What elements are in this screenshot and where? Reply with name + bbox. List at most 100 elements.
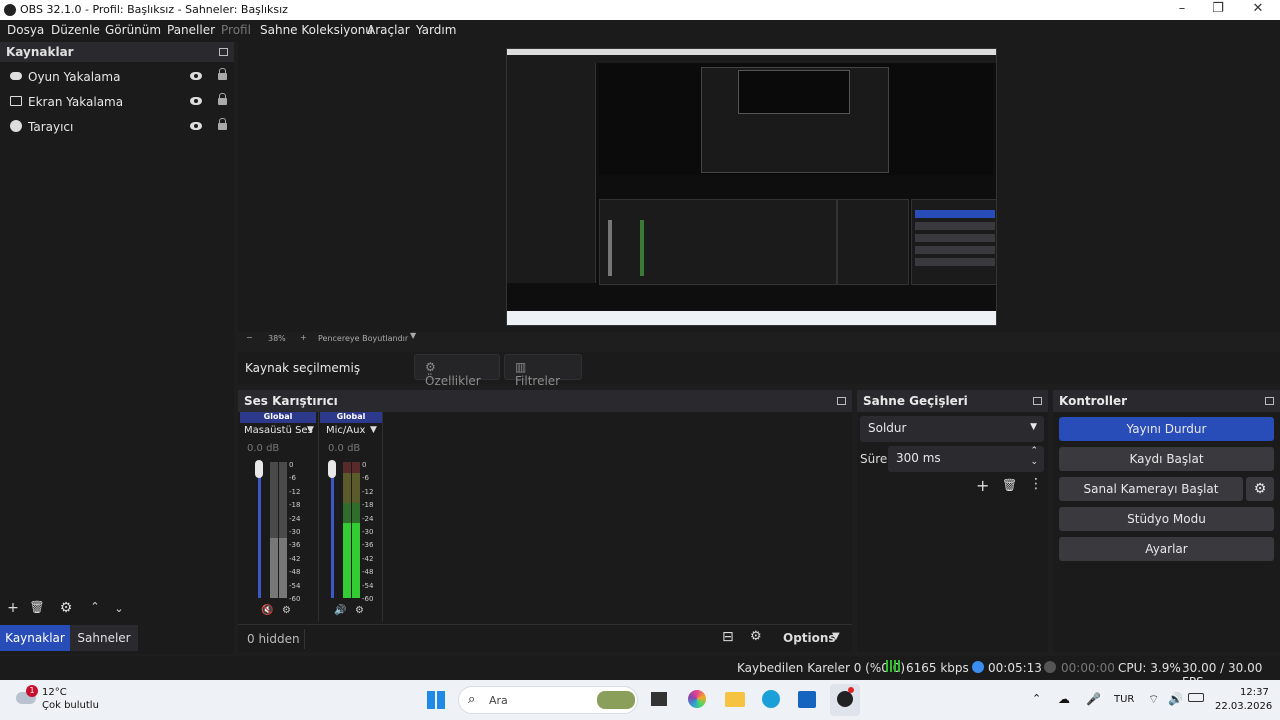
- volume-fader-track[interactable]: [331, 462, 334, 598]
- menu-profil[interactable]: Profil: [221, 23, 251, 37]
- preview-canvas[interactable]: [506, 48, 997, 326]
- options-button[interactable]: Options: [783, 631, 836, 645]
- battery-icon[interactable]: [1188, 693, 1204, 702]
- tab-label: Kaynaklar: [5, 631, 65, 645]
- gear-icon[interactable]: ⚙: [57, 600, 75, 616]
- dropdown-arrow-icon[interactable]: ▼: [410, 331, 416, 340]
- weather-desc[interactable]: Çok bulutlu: [42, 700, 99, 711]
- transition-select[interactable]: Soldur ▼: [860, 416, 1044, 442]
- clock-time[interactable]: 12:37: [1240, 687, 1269, 698]
- channel-name[interactable]: Mic/Aux: [326, 425, 365, 436]
- properties-button[interactable]: ⚙ Özellikler: [414, 354, 500, 388]
- scale-tick: -12: [289, 487, 301, 496]
- chevron-down-icon[interactable]: ▼: [832, 631, 840, 642]
- sources-dock: Kaynaklar Oyun Yakalama Ekran Yakalama T…: [0, 42, 234, 654]
- meter-scale: 0 -6 -12 -18 -24 -30 -36 -42 -48 -54 -60: [362, 459, 373, 606]
- lock-icon[interactable]: [218, 93, 227, 105]
- source-label: Ekran Yakalama: [28, 95, 124, 109]
- weather-temp[interactable]: 12°C: [42, 687, 67, 698]
- channel-menu-arrow-icon[interactable]: ▼: [307, 425, 314, 435]
- menu-bar: Dosya Düzenle Görünüm Paneller Profil Sa…: [0, 20, 1280, 42]
- duration-spinbox[interactable]: 300 ms ⌃ ⌄: [888, 446, 1044, 472]
- taskbar-search[interactable]: ⌕ Ara: [458, 686, 638, 714]
- spin-down-icon[interactable]: ⌄: [1030, 457, 1038, 467]
- float-icon[interactable]: [219, 48, 228, 56]
- store-icon[interactable]: [798, 691, 816, 708]
- zoom-out-button[interactable]: −: [246, 333, 253, 342]
- tab-kaynaklar[interactable]: Kaynaklar: [0, 625, 70, 651]
- language-indicator[interactable]: TUR: [1114, 694, 1134, 705]
- eye-icon[interactable]: [190, 97, 202, 105]
- menu-duzenle[interactable]: Düzenle: [51, 23, 100, 37]
- start-virtual-camera-button[interactable]: Sanal Kamerayı Başlat: [1059, 477, 1243, 501]
- eye-icon[interactable]: [190, 72, 202, 80]
- virtual-camera-settings-icon[interactable]: ⚙: [1246, 477, 1274, 501]
- source-item-ekran-yakalama[interactable]: Ekran Yakalama: [6, 91, 228, 113]
- volume-fader-knob[interactable]: [328, 460, 336, 478]
- add-icon[interactable]: +: [976, 476, 989, 495]
- trash-icon[interactable]: 🗑: [28, 600, 46, 614]
- source-item-oyun-yakalama[interactable]: Oyun Yakalama: [6, 66, 228, 88]
- studio-mode-button[interactable]: Stüdyo Modu: [1059, 507, 1274, 531]
- start-recording-button[interactable]: Kaydı Başlat: [1059, 447, 1274, 471]
- add-icon[interactable]: +: [4, 600, 22, 616]
- channel-name[interactable]: Masaüstü Ses: [244, 425, 313, 436]
- channel-settings-icon[interactable]: ⚙: [355, 605, 364, 616]
- eye-icon[interactable]: [190, 122, 202, 130]
- float-icon[interactable]: [1265, 397, 1274, 405]
- menu-gorunum[interactable]: Görünüm: [105, 23, 161, 37]
- close-button[interactable]: ✕: [1240, 1, 1276, 16]
- hidden-count: 0 hidden: [247, 632, 300, 646]
- lock-icon[interactable]: [218, 68, 227, 80]
- minimize-button[interactable]: –: [1164, 1, 1200, 16]
- muted-speaker-icon[interactable]: 🔇: [261, 605, 273, 616]
- obs-taskbar-button[interactable]: [830, 684, 860, 716]
- spin-up-icon[interactable]: ⌃: [1030, 446, 1038, 456]
- trash-icon[interactable]: 🗑: [1002, 478, 1017, 492]
- zoom-in-button[interactable]: +: [300, 333, 307, 342]
- menu-yardim[interactable]: Yardım: [416, 23, 456, 37]
- obs-logo-icon: [4, 4, 16, 16]
- wifi-icon[interactable]: ⌔: [1148, 692, 1159, 707]
- layout-toggle-icon[interactable]: ⊟: [722, 629, 734, 645]
- cloud-icon[interactable]: ☁: [1058, 692, 1070, 706]
- tab-sahneler[interactable]: Sahneler: [70, 625, 138, 651]
- stop-stream-button[interactable]: Yayını Durdur: [1059, 417, 1274, 441]
- fit-window-label[interactable]: Pencereye Boyutlandır: [318, 334, 408, 343]
- volume-icon[interactable]: 🔊: [1168, 692, 1183, 706]
- copilot-icon[interactable]: [688, 690, 706, 708]
- level-meter: [270, 462, 278, 598]
- scale-tick: -48: [289, 568, 301, 577]
- source-item-tarayici[interactable]: Tarayıcı: [6, 116, 228, 138]
- file-explorer-icon[interactable]: [725, 692, 745, 707]
- float-icon[interactable]: [1033, 397, 1042, 405]
- chevron-up-icon[interactable]: ⌃: [1032, 692, 1041, 705]
- windows-start-icon[interactable]: [427, 691, 445, 709]
- menu-paneller[interactable]: Paneller: [167, 23, 215, 37]
- microphone-icon[interactable]: 🎤: [1086, 692, 1101, 706]
- menu-dosya[interactable]: Dosya: [7, 23, 44, 37]
- float-icon[interactable]: [837, 397, 846, 405]
- volume-fader-knob[interactable]: [255, 460, 263, 478]
- filters-button[interactable]: ▥ Filtreler: [504, 354, 582, 388]
- channel-settings-icon[interactable]: ⚙: [282, 605, 291, 616]
- task-view-icon[interactable]: [651, 692, 667, 706]
- lock-icon[interactable]: [218, 118, 227, 130]
- menu-araclar[interactable]: Araçlar: [367, 23, 410, 37]
- edge-icon[interactable]: [762, 690, 780, 708]
- scale-tick: -54: [289, 581, 301, 590]
- chevron-down-icon[interactable]: ⌄: [110, 602, 128, 615]
- clock-date[interactable]: 22.03.2026: [1215, 701, 1272, 712]
- settings-button[interactable]: Ayarlar: [1059, 537, 1274, 561]
- title-bar: OBS 32.1.0 - Profil: Başlıksız - Sahnele…: [0, 0, 1280, 20]
- speaker-icon[interactable]: 🔊: [334, 605, 346, 616]
- restore-button[interactable]: ❐: [1200, 1, 1236, 16]
- sources-header: Kaynaklar: [0, 42, 234, 62]
- chevron-up-icon[interactable]: ⌃: [86, 600, 104, 613]
- dropped-frames: Kaybedilen Kareler 0 (%0.0): [737, 661, 906, 675]
- advanced-audio-icon[interactable]: ⚙: [750, 629, 762, 644]
- channel-menu-arrow-icon[interactable]: ▼: [370, 425, 377, 435]
- volume-fader-track[interactable]: [258, 462, 261, 598]
- more-options-icon[interactable]: ⋮: [1029, 476, 1043, 492]
- menu-sahne-koleksiyonu[interactable]: Sahne Koleksiyonu: [260, 23, 373, 37]
